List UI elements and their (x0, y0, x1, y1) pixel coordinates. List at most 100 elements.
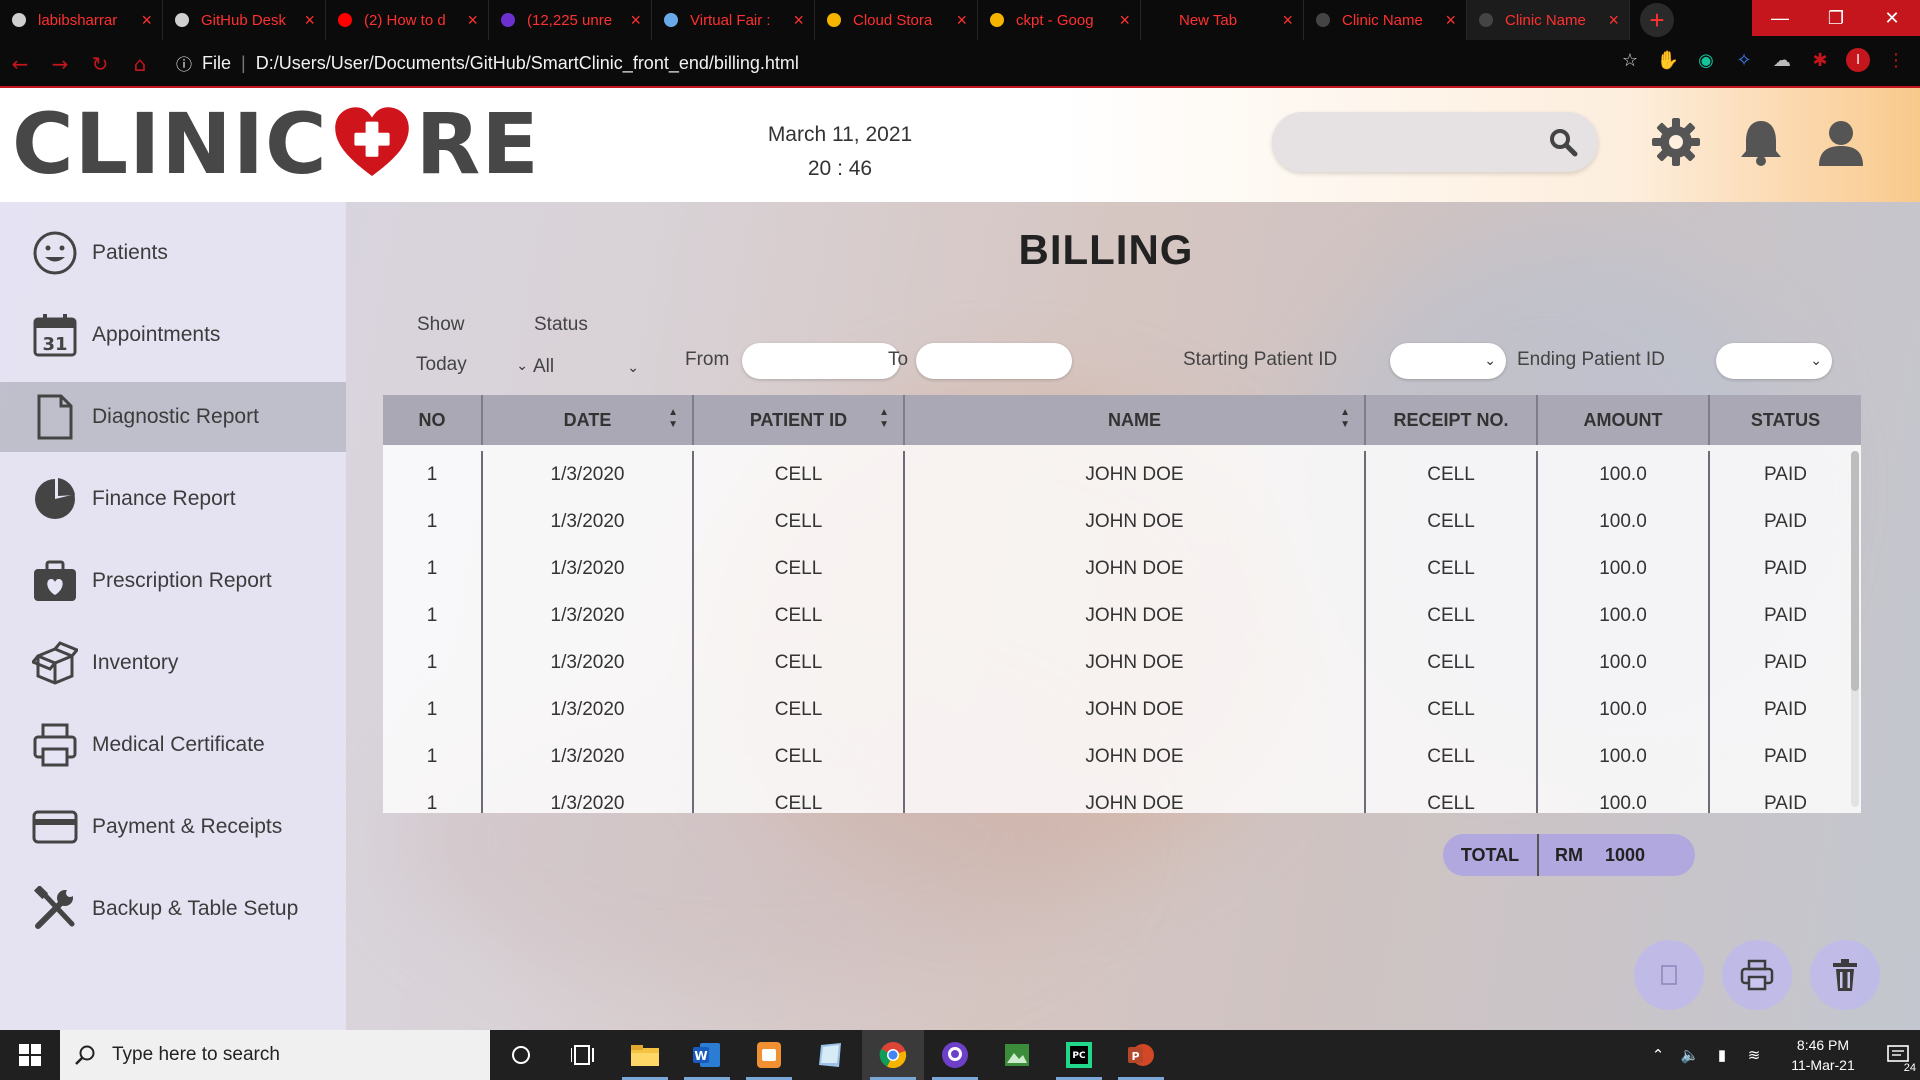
col-header-patient-id[interactable]: PATIENT ID ▲ ▼ (694, 395, 905, 445)
sidebar-item-medical-certificate[interactable]: Medical Certificate (0, 710, 346, 780)
profile-avatar[interactable]: I (1844, 46, 1872, 74)
close-tab-icon[interactable]: × (793, 10, 804, 31)
sublime-pad-icon[interactable] (738, 1030, 800, 1080)
extension-cloud-icon[interactable]: ☁ (1768, 46, 1796, 74)
info-icon[interactable]: ⓘ (176, 51, 192, 75)
home-icon[interactable]: ⌂ (120, 44, 160, 84)
close-tab-icon[interactable]: × (1119, 10, 1130, 31)
cortana-icon[interactable] (490, 1030, 552, 1080)
sidebar-item-prescription-report[interactable]: Prescription Report (0, 546, 346, 616)
bell-icon[interactable] (1733, 114, 1789, 170)
table-row[interactable]: 1 1/3/2020 CELL JOHN DOE CELL 100.0 PAID (383, 498, 1861, 545)
new-tab-button[interactable]: + (1640, 3, 1674, 37)
clinic-logo[interactable]: CLINIC RE (12, 102, 540, 186)
image-viewer-icon[interactable] (986, 1030, 1048, 1080)
notification-center-icon[interactable]: 24 (1876, 1030, 1920, 1080)
github-desktop-icon[interactable] (924, 1030, 986, 1080)
close-tab-icon[interactable]: × (1282, 10, 1293, 31)
close-window-button[interactable]: ✕ (1864, 0, 1920, 36)
file-explorer-icon[interactable] (614, 1030, 676, 1080)
from-date-input[interactable] (742, 343, 900, 379)
sidebar-item-payment-receipts[interactable]: Payment & Receipts (0, 792, 346, 862)
battery-icon[interactable]: ▮ (1709, 1046, 1735, 1064)
minimize-button[interactable]: — (1752, 0, 1808, 36)
browser-tab[interactable]: GitHub Desk × (163, 0, 326, 40)
close-tab-icon[interactable]: × (630, 10, 641, 31)
col-label: NO (418, 409, 446, 430)
browser-tab[interactable]: Clinic Name × (1467, 0, 1630, 40)
to-date-input[interactable] (916, 343, 1072, 379)
browser-tab[interactable]: New Tab × (1141, 0, 1304, 40)
close-tab-icon[interactable]: × (304, 10, 315, 31)
table-row[interactable]: 1 1/3/2020 CELL JOHN DOE CELL 100.0 PAID (383, 451, 1861, 498)
powerpoint-icon[interactable]: P (1110, 1030, 1172, 1080)
close-tab-icon[interactable]: × (1608, 10, 1619, 31)
browser-tab[interactable]: labibsharrar × (0, 0, 163, 40)
github-icon (173, 11, 191, 29)
sidebar-item-appointments[interactable]: 31 Appointments (0, 300, 346, 370)
scrollbar-thumb[interactable] (1851, 451, 1859, 691)
sort-arrows-icon[interactable]: ▲ ▼ (668, 407, 678, 431)
status-select[interactable]: All ⌄ (533, 356, 639, 378)
task-view-icon[interactable] (552, 1030, 614, 1080)
browser-tab[interactable]: (2) How to d × (326, 0, 489, 40)
back-icon[interactable]: ← (0, 44, 40, 84)
col-header-name[interactable]: NAME ▲ ▼ (905, 395, 1366, 445)
extension-bolt-icon[interactable]: ✧ (1730, 46, 1758, 74)
ending-patient-id-select[interactable]: ⌄ (1716, 343, 1832, 379)
sidebar-item-finance-report[interactable]: Finance Report (0, 464, 346, 534)
close-tab-icon[interactable]: × (1445, 10, 1456, 31)
table-row[interactable]: 1 1/3/2020 CELL JOHN DOE CELL 100.0 PAID (383, 780, 1861, 813)
extension-puzzle-icon[interactable]: ✱ (1806, 46, 1834, 74)
pycharm-icon[interactable]: PC (1048, 1030, 1110, 1080)
notebook-app-icon[interactable] (800, 1030, 862, 1080)
browser-menu-icon[interactable]: ⋮ (1882, 46, 1910, 74)
forward-icon[interactable]: → (40, 44, 80, 84)
sidebar-item-inventory[interactable]: Inventory (0, 628, 346, 698)
sidebar-item-diagnostic-report[interactable]: Diagnostic Report (0, 382, 346, 452)
taskbar-search-input[interactable]: Type here to search (60, 1030, 490, 1080)
search-input[interactable] (1272, 112, 1598, 172)
browser-tab[interactable]: Virtual Fair : × (652, 0, 815, 40)
view-button[interactable] (1634, 940, 1704, 1010)
browser-tab[interactable]: ckpt - Goog × (978, 0, 1141, 40)
reload-icon[interactable]: ↻ (80, 44, 120, 84)
delete-button[interactable] (1810, 940, 1880, 1010)
address-url[interactable]: D:/Users/User/Documents/GitHub/SmartClin… (256, 53, 799, 74)
chevron-up-icon[interactable]: ⌃ (1645, 1046, 1671, 1064)
table-row[interactable]: 1 1/3/2020 CELL JOHN DOE CELL 100.0 PAID (383, 545, 1861, 592)
table-scrollbar[interactable] (1851, 451, 1859, 807)
wifi-icon[interactable]: ≋ (1741, 1046, 1767, 1064)
search-icon[interactable] (1548, 127, 1578, 157)
browser-tab[interactable]: Cloud Stora × (815, 0, 978, 40)
sort-arrows-icon[interactable]: ▲ ▼ (879, 407, 889, 431)
starting-patient-id-select[interactable]: ⌄ (1390, 343, 1506, 379)
maximize-button[interactable]: ❐ (1808, 0, 1864, 36)
extension-adblock-icon[interactable]: ✋ (1654, 46, 1682, 74)
windows-start-button[interactable] (0, 1030, 60, 1080)
table-row[interactable]: 1 1/3/2020 CELL JOHN DOE CELL 100.0 PAID (383, 639, 1861, 686)
close-tab-icon[interactable]: × (467, 10, 478, 31)
word-icon[interactable]: W (676, 1030, 738, 1080)
taskbar-clock[interactable]: 8:46 PM 11-Mar-21 (1780, 1035, 1866, 1075)
sort-arrows-icon[interactable]: ▲ ▼ (1340, 407, 1350, 431)
close-tab-icon[interactable]: × (141, 10, 152, 31)
browser-tab[interactable]: (12,225 unre × (489, 0, 652, 40)
browser-tab[interactable]: Clinic Name × (1304, 0, 1467, 40)
speaker-icon[interactable]: 🔈 (1677, 1046, 1703, 1064)
bookmark-star-icon[interactable]: ☆ (1616, 46, 1644, 74)
print-button[interactable] (1722, 940, 1792, 1010)
table-row[interactable]: 1 1/3/2020 CELL JOHN DOE CELL 100.0 PAID (383, 592, 1861, 639)
chrome-icon[interactable] (862, 1030, 924, 1080)
col-header-date[interactable]: DATE ▲ ▼ (483, 395, 694, 445)
show-select[interactable]: Today ⌄ (416, 354, 528, 376)
sidebar-item-patients[interactable]: Patients (0, 218, 346, 288)
table-row[interactable]: 1 1/3/2020 CELL JOHN DOE CELL 100.0 PAID (383, 686, 1861, 733)
user-avatar-icon[interactable] (1813, 114, 1869, 170)
sidebar-item-backup-table-setup[interactable]: Backup & Table Setup (0, 874, 346, 944)
address-bar[interactable]: ⓘ File | D:/Users/User/Documents/GitHub/… (176, 44, 1626, 82)
table-row[interactable]: 1 1/3/2020 CELL JOHN DOE CELL 100.0 PAID (383, 733, 1861, 780)
gear-icon[interactable] (1648, 114, 1704, 170)
extension-grammarly-icon[interactable]: ◉ (1692, 46, 1720, 74)
close-tab-icon[interactable]: × (956, 10, 967, 31)
